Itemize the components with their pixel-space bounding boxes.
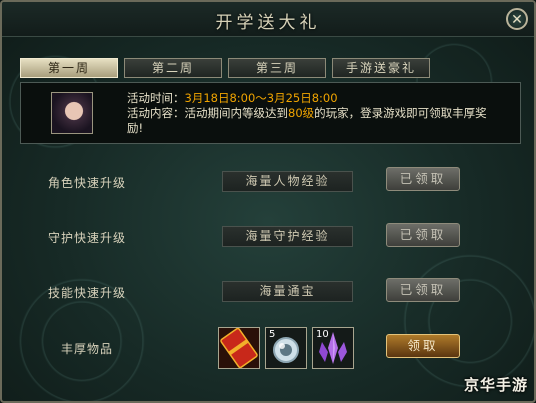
week-tabs: 第一周 第二周 第三周 手游送豪礼 bbox=[20, 58, 430, 78]
claimed-button-character[interactable]: 已领取 bbox=[386, 167, 460, 191]
event-content-wrap: 励! bbox=[127, 121, 144, 135]
close-icon[interactable]: ✕ bbox=[506, 8, 528, 30]
tab-mobile-gift[interactable]: 手游送豪礼 bbox=[332, 58, 430, 78]
watermark: 京华手游 bbox=[463, 376, 528, 394]
reward-item-skill: 海量通宝 bbox=[222, 281, 353, 302]
event-level-requirement: 80级 bbox=[288, 106, 315, 120]
item-count: 5 bbox=[269, 329, 276, 340]
claimed-button-guardian[interactable]: 已领取 bbox=[386, 223, 460, 247]
reward-item-guardian: 海量守护经验 bbox=[222, 226, 353, 247]
character-avatar bbox=[51, 92, 93, 134]
reward-item-character: 海量人物经验 bbox=[222, 171, 353, 192]
tab-week-2[interactable]: 第二周 bbox=[124, 58, 222, 78]
reward-label-skill: 技能快速升级 bbox=[47, 286, 126, 300]
item-count: 10 bbox=[316, 329, 329, 340]
event-time: 活动时间：3月18日8:00～3月25日8:00 bbox=[127, 90, 338, 106]
event-content-pre: 活动期间内等级达到 bbox=[184, 106, 289, 120]
bonus-label: 丰厚物品 bbox=[60, 342, 113, 356]
event-content: 活动内容：活动期间内等级达到80级的玩家，登录游戏即可领取丰厚奖 bbox=[127, 105, 487, 121]
red-envelope-icon[interactable] bbox=[218, 327, 260, 369]
purple-crystal-icon[interactable]: 10 bbox=[312, 327, 354, 369]
claim-button[interactable]: 领取 bbox=[386, 334, 460, 358]
claimed-button-skill[interactable]: 已领取 bbox=[386, 278, 460, 302]
title-bar: 开学送大礼 ✕ bbox=[2, 2, 534, 37]
gift-panel: 开学送大礼 ✕ 第一周 第二周 第三周 手游送豪礼 活动时间：3月18日8:00… bbox=[0, 0, 536, 403]
event-info-box: 活动时间：3月18日8:00～3月25日8:00 活动内容：活动期间内等级达到8… bbox=[20, 82, 521, 144]
window-title: 开学送大礼 bbox=[215, 13, 321, 33]
event-time-label: 活动时间： bbox=[127, 91, 185, 105]
tab-week-3[interactable]: 第三周 bbox=[228, 58, 326, 78]
reward-label-character: 角色快速升级 bbox=[47, 176, 126, 190]
event-content-post: 的玩家，登录游戏即可领取丰厚奖 bbox=[314, 106, 487, 120]
reward-label-guardian: 守护快速升级 bbox=[47, 231, 126, 245]
crystal-orb-icon[interactable]: 5 bbox=[265, 327, 307, 369]
tab-week-1[interactable]: 第一周 bbox=[20, 58, 118, 78]
event-content-label: 活动内容： bbox=[127, 106, 185, 120]
event-time-value: 3月18日8:00～3月25日8:00 bbox=[184, 91, 338, 105]
